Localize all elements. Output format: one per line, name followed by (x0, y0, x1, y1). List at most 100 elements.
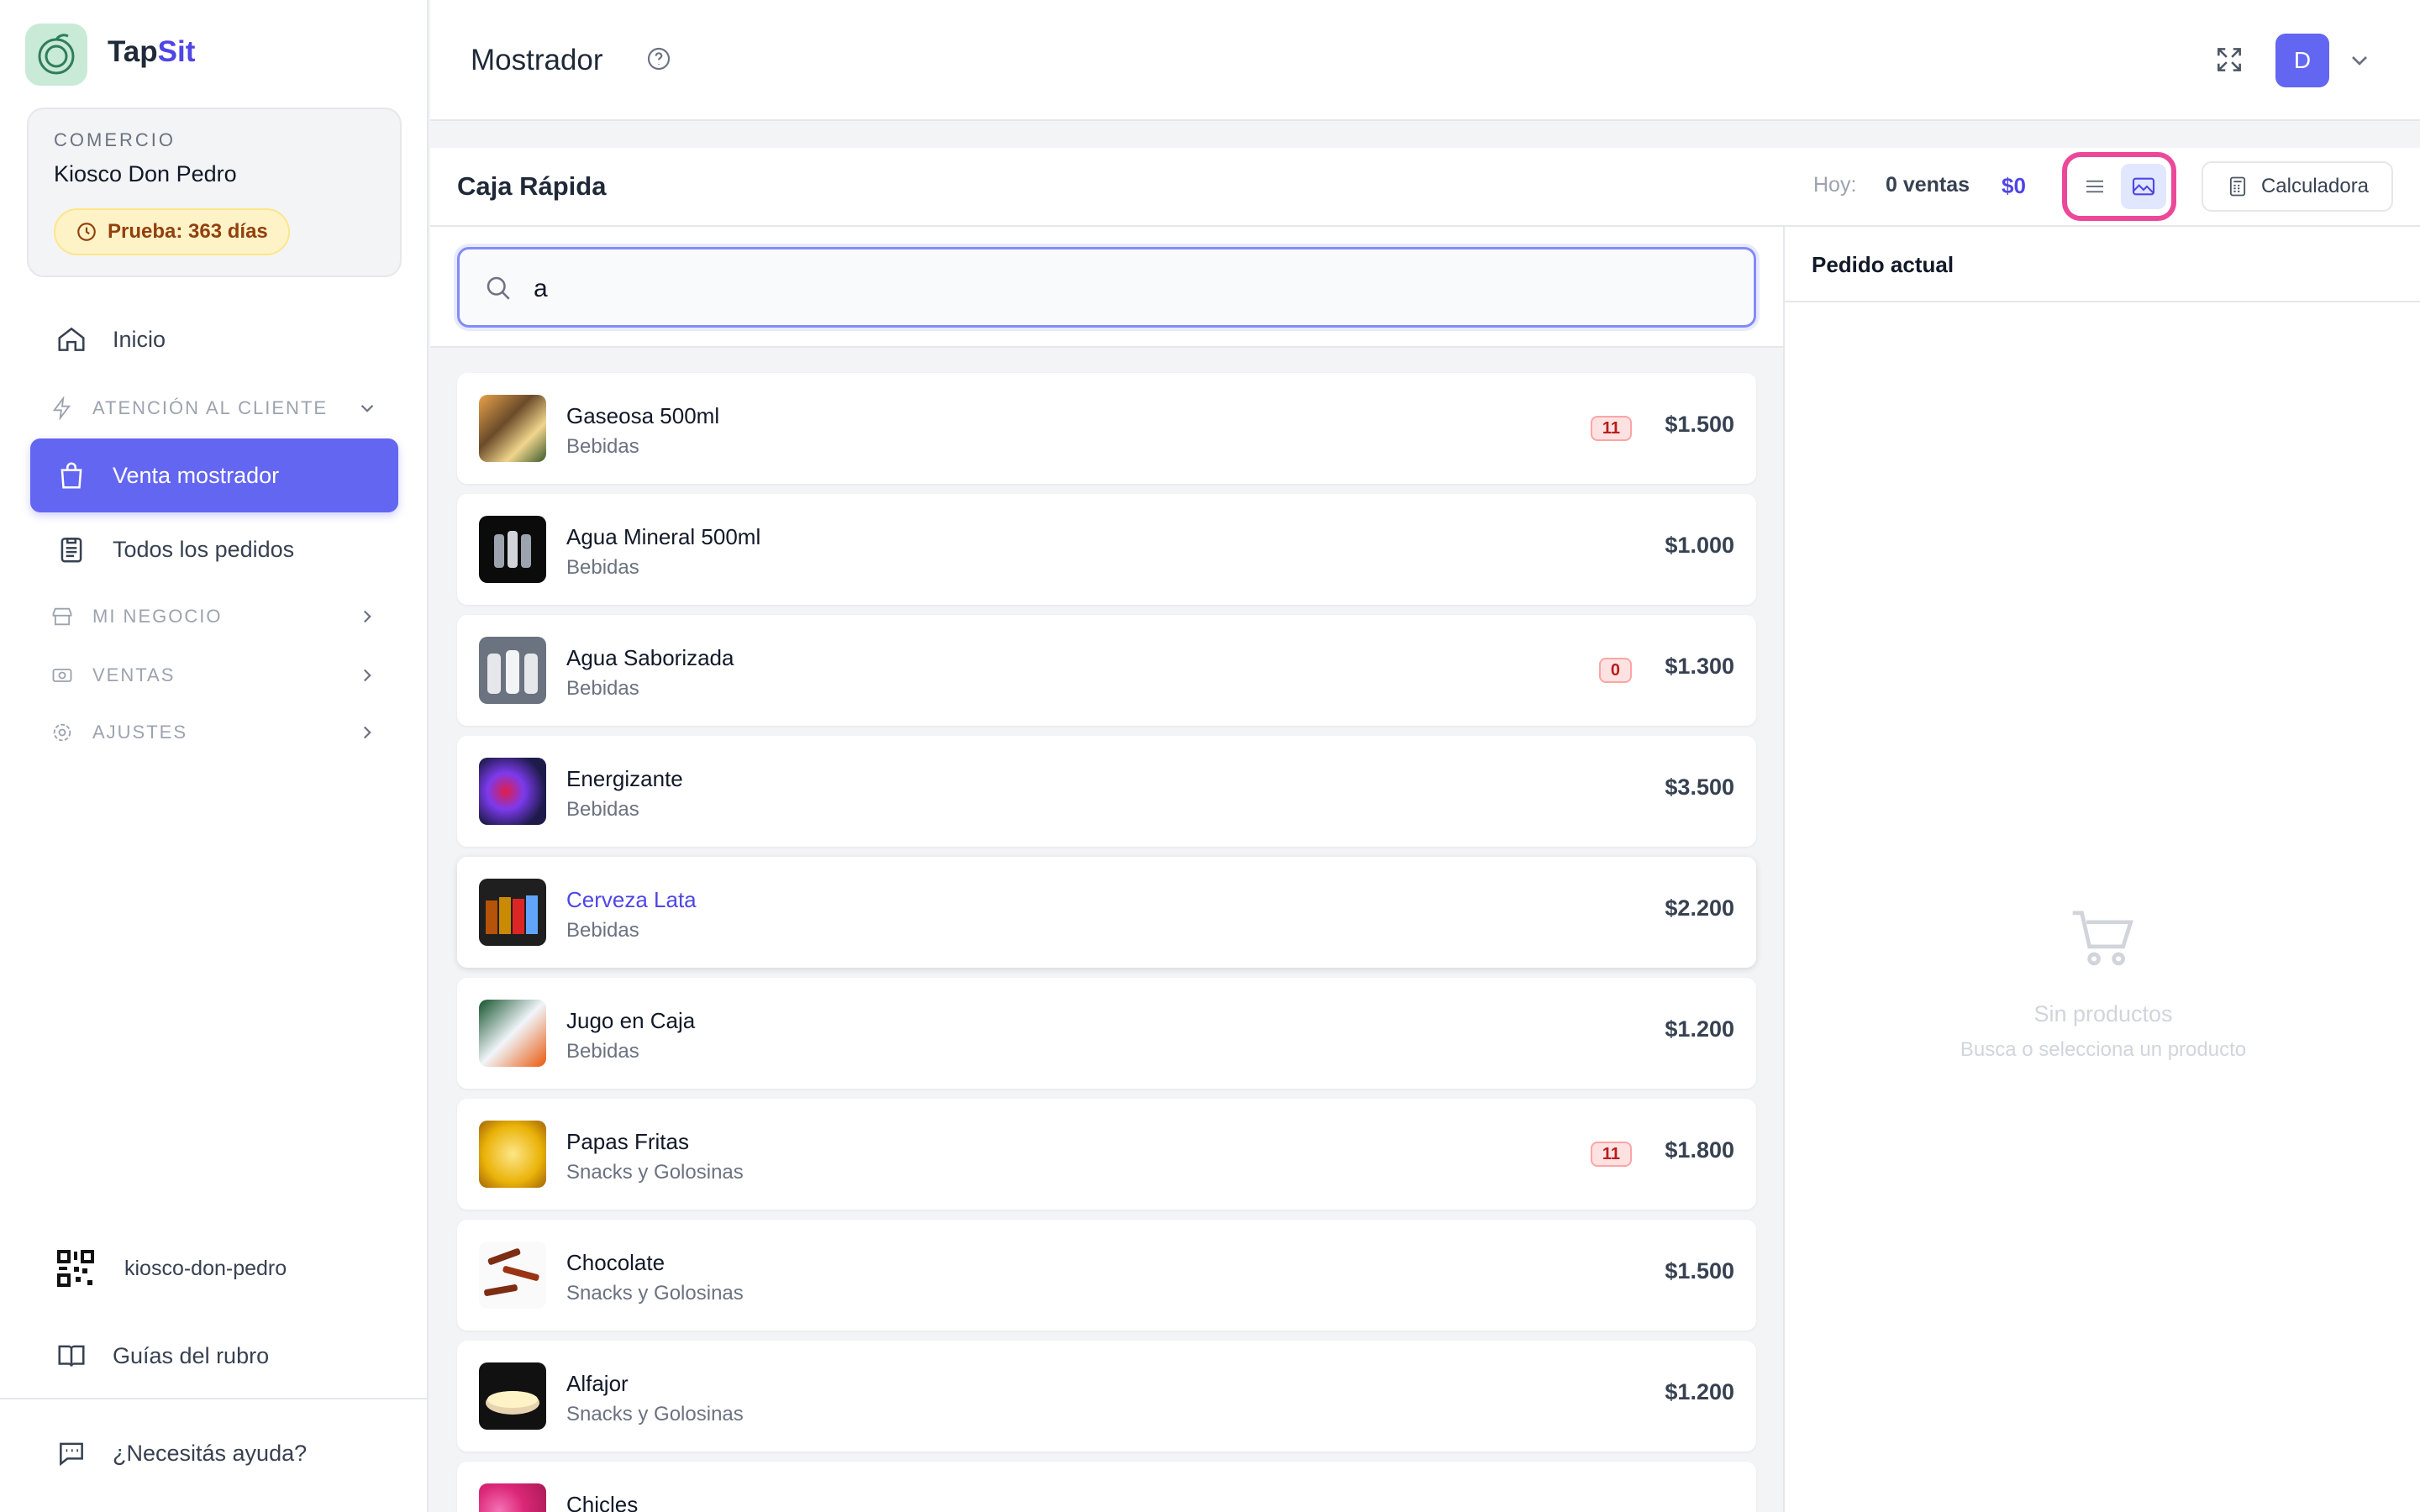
list-view-button[interactable] (2072, 164, 2118, 209)
product-thumbnail (479, 516, 546, 583)
product-card[interactable]: Agua Saborizada Bebidas 0 $1.300 (457, 615, 1756, 726)
product-price: $2.200 (1665, 895, 1734, 921)
product-category: Bebidas (566, 798, 639, 821)
product-category: Bebidas (566, 919, 639, 942)
chat-icon (60, 1442, 83, 1467)
page-title: Mostrador (471, 44, 603, 76)
calculator-icon (2229, 176, 2246, 197)
search-icon (483, 273, 513, 307)
sidebar-section-mi-negocio[interactable]: MI NEGOCIO (50, 598, 378, 635)
store-label: COMERCIO (54, 129, 176, 150)
tapsit-logo-icon[interactable] (25, 24, 87, 86)
help-circle-icon[interactable] (645, 45, 672, 76)
sidebar-item-venta-mostrador[interactable]: Venta mostrador (30, 438, 398, 512)
stock-badge: 0 (1598, 658, 1632, 683)
trial-text: Prueba: 363 días (108, 220, 268, 243)
product-thumbnail (479, 637, 546, 704)
sidebar: TapSit COMERCIO Kiosco Don Pedro Prueba:… (0, 0, 429, 1512)
trial-badge: Prueba: 363 días (54, 208, 290, 255)
product-category: Snacks y Golosinas (566, 1161, 744, 1184)
cash-icon (52, 669, 72, 682)
product-card[interactable]: Papas Fritas Snacks y Golosinas 11 $1.80… (457, 1099, 1756, 1210)
sidebar-section-label: VENTAS (92, 664, 176, 685)
home-icon (58, 327, 85, 351)
list-icon (2086, 180, 2103, 193)
product-card[interactable]: Jugo en Caja Bebidas $1.200 (457, 978, 1756, 1089)
current-order-panel: Pedido actual Sin productos Busca o sele… (1783, 227, 2420, 1512)
empty-order-title: Sin productos (2033, 1001, 2173, 1026)
sidebar-section-ajustes[interactable]: AJUSTES (50, 714, 378, 751)
product-thumbnail (479, 1000, 546, 1067)
product-card[interactable]: Energizante Bebidas $3.500 (457, 736, 1756, 847)
product-thumbnail (479, 1483, 546, 1512)
qr-code-icon[interactable] (55, 1248, 96, 1293)
search-input[interactable]: a (457, 247, 1756, 328)
product-name: Agua Mineral 500ml (566, 524, 761, 549)
product-name: Papas Fritas (566, 1129, 689, 1154)
sidebar-divider (0, 1398, 427, 1399)
product-thumbnail (479, 1242, 546, 1309)
product-name: Energizante (566, 766, 683, 791)
product-thumbnail (479, 1362, 546, 1430)
chevron-right-icon (363, 610, 371, 623)
brand-name: TapSit (108, 35, 196, 68)
product-thumbnail (479, 758, 546, 825)
product-list: Gaseosa 500ml Bebidas 11 $1.500 Agua Min… (430, 348, 1783, 1512)
store-slug-link[interactable]: kiosco-don-pedro (124, 1257, 287, 1281)
product-card[interactable]: Gaseosa 500ml Bebidas 11 $1.500 (457, 373, 1756, 484)
product-name: Gaseosa 500ml (566, 403, 720, 428)
product-price: $1.200 (1665, 1016, 1734, 1042)
store-name: Kiosco Don Pedro (54, 161, 237, 186)
calculator-label: Calculadora (2260, 175, 2370, 197)
product-category: Bebidas (566, 435, 639, 458)
product-category: Bebidas (566, 677, 639, 700)
sidebar-section-atencion[interactable]: ATENCIÓN AL CLIENTE (50, 390, 378, 427)
product-price: $1.200 (1665, 1379, 1734, 1404)
sidebar-item-todos-los-pedidos[interactable]: Todos los pedidos (30, 512, 398, 586)
fullscreen-icon[interactable] (2213, 44, 2245, 80)
sidebar-item-guias[interactable]: Guías del rubro (30, 1319, 398, 1393)
product-category: Bebidas (566, 1040, 639, 1063)
product-name: Jugo en Caja (566, 1008, 696, 1033)
image-view-button[interactable] (2121, 164, 2166, 209)
help-label: ¿Necesitás ayuda? (113, 1440, 308, 1466)
chevron-right-icon (363, 726, 371, 739)
product-name: Chocolate (566, 1250, 666, 1275)
sales-count: 0 ventas (1886, 173, 1970, 197)
search-area: a (430, 227, 1783, 348)
product-thumbnail (479, 395, 546, 462)
caja-rapida-panel: Caja Rápida Hoy: 0 ventas $0 Calculadora… (430, 148, 2420, 1512)
help-button[interactable]: ¿Necesitás ayuda? (30, 1416, 398, 1490)
product-category: Snacks y Golosinas (566, 1403, 744, 1425)
empty-order-subtitle: Busca o selecciona un producto (1960, 1038, 2247, 1061)
product-price: $1.800 (1665, 1137, 1734, 1163)
product-name: Cerveza Lata (566, 887, 697, 912)
product-card[interactable]: Chicles (457, 1462, 1756, 1512)
bolt-icon (52, 396, 71, 420)
order-title: Pedido actual (1812, 252, 1954, 277)
calculator-button[interactable]: Calculadora (2202, 161, 2393, 212)
product-category: Bebidas (566, 556, 639, 579)
stock-badge: 11 (1590, 1142, 1632, 1167)
sidebar-item-label: Guías del rubro (113, 1342, 270, 1368)
chevron-down-icon[interactable] (2346, 47, 2373, 78)
product-card[interactable]: Agua Mineral 500ml Bebidas $1.000 (457, 494, 1756, 605)
sidebar-section-ventas[interactable]: VENTAS (50, 657, 378, 694)
sidebar-item-label: Venta mostrador (113, 462, 280, 488)
product-thumbnail (479, 879, 546, 946)
product-price: $1.500 (1665, 1258, 1734, 1284)
avatar[interactable]: D (2275, 34, 2329, 87)
sidebar-item-inicio[interactable]: Inicio (30, 302, 398, 376)
gear-icon (53, 723, 71, 742)
product-card[interactable]: Chocolate Snacks y Golosinas $1.500 (457, 1220, 1756, 1331)
product-thumbnail (479, 1121, 546, 1188)
sidebar-item-label: Inicio (113, 326, 166, 352)
sidebar-section-label: ATENCIÓN AL CLIENTE (92, 397, 329, 418)
sidebar-item-label: Todos los pedidos (113, 536, 295, 562)
product-card[interactable]: Alfajor Snacks y Golosinas $1.200 (457, 1341, 1756, 1452)
product-card[interactable]: Cerveza Lata Bebidas $2.200 (457, 857, 1756, 968)
sales-total: $0 (2002, 173, 2026, 198)
view-toggle (2062, 152, 2176, 221)
store-card: COMERCIO Kiosco Don Pedro Prueba: 363 dí… (27, 108, 402, 277)
product-name: Agua Saborizada (566, 645, 734, 670)
